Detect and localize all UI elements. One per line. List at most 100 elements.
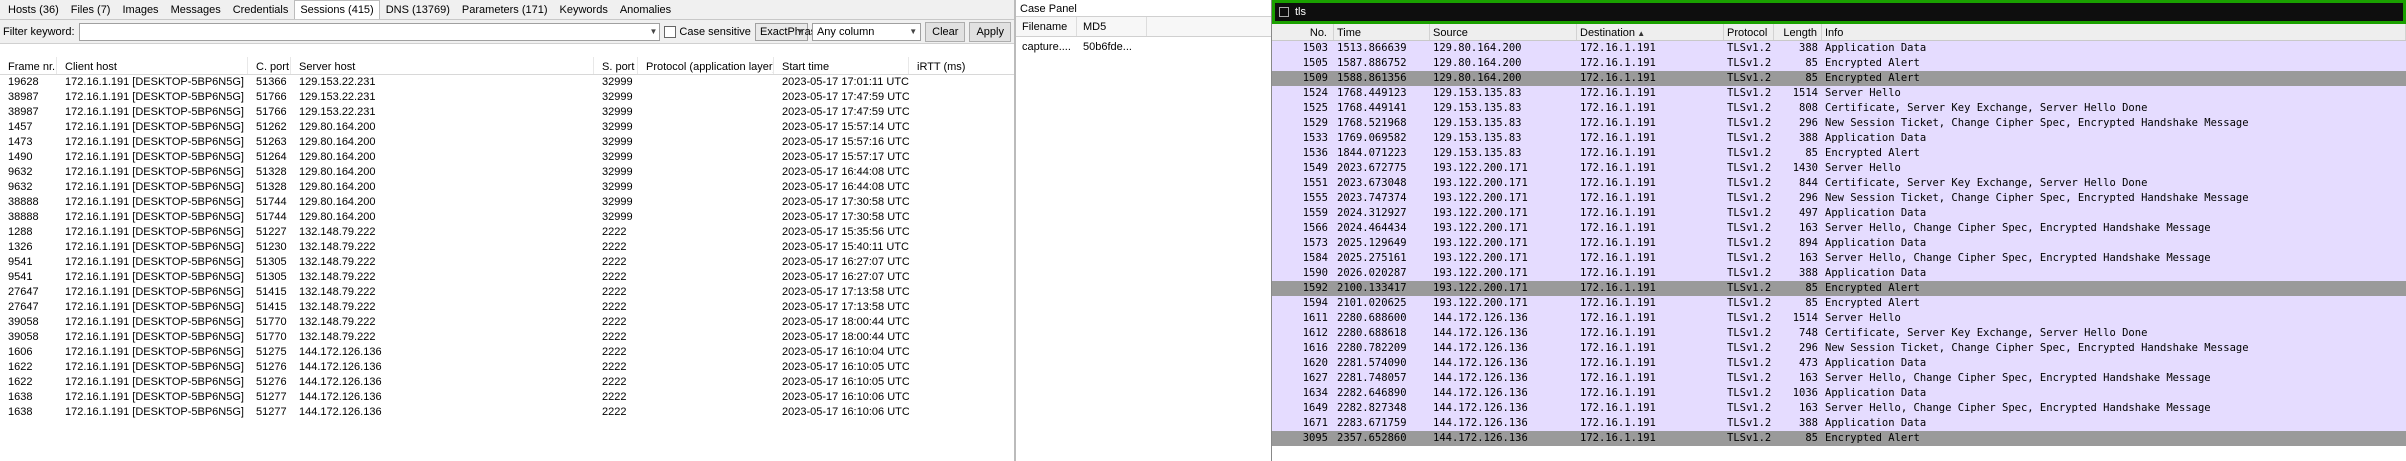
column-header[interactable]: Frame nr.	[0, 57, 57, 74]
tab-files[interactable]: Files (7)	[65, 0, 117, 19]
clear-button[interactable]: Clear	[925, 21, 966, 42]
packet-row[interactable]: 1524 1768.449123 129.153.135.83 172.16.1.19…	[1272, 86, 2406, 101]
packet-row[interactable]: 1649 2282.827348 144.172.126.136 172.16.1.1…	[1272, 401, 2406, 416]
column-header[interactable]: No.	[1272, 24, 1334, 40]
packet-row[interactable]: 1611 2280.688600 144.172.126.136 172.16.1.1…	[1272, 311, 2406, 326]
table-row[interactable]: 39058 172.16.1.191 [DESKTOP-5BP6N5G] 51770…	[0, 315, 1014, 330]
packet-row[interactable]: 1620 2281.574090 144.172.126.136 172.16.1.1…	[1272, 356, 2406, 371]
packet-row[interactable]: 1533 1769.069582 129.153.135.83 172.16.1.19…	[1272, 131, 2406, 146]
packet-row[interactable]: 1536 1844.071223 129.153.135.83 172.16.1.19…	[1272, 146, 2406, 161]
table-row[interactable]: capture.... 50b6fde...	[1016, 37, 1271, 55]
packet-row[interactable]: 1559 2024.312927 193.122.200.171 172.16.1.1…	[1272, 206, 2406, 221]
table-row[interactable]: 1638 172.16.1.191 [DESKTOP-5BP6N5G] 51277 1…	[0, 405, 1014, 420]
chevron-down-icon[interactable]: ▼	[909, 27, 917, 36]
column-header[interactable]: Filename	[1016, 17, 1077, 36]
packet-row[interactable]: 3095 2357.652860 144.172.126.136 172.16.1.1…	[1272, 431, 2406, 446]
tab-keywords[interactable]: Keywords	[554, 0, 614, 19]
column-header[interactable]: Client host	[57, 57, 248, 74]
table-row[interactable]: 19628 172.16.1.191 [DESKTOP-5BP6N5G] 51366…	[0, 75, 1014, 90]
column-header[interactable]: Protocol (application layer)	[638, 57, 774, 74]
tab-credentials[interactable]: Credentials	[227, 0, 295, 19]
column-header[interactable]: MD5	[1077, 17, 1147, 36]
packet-cell: 172.16.1.191	[1580, 207, 1656, 219]
table-row[interactable]: 39058 172.16.1.191 [DESKTOP-5BP6N5G] 51770…	[0, 330, 1014, 345]
column-header[interactable]: Time	[1334, 24, 1430, 40]
chevron-down-icon[interactable]: ▼	[796, 27, 804, 36]
packet-cell: 129.153.135.83	[1433, 132, 1522, 144]
packet-row[interactable]: 1671 2283.671759 144.172.126.136 172.16.1.1…	[1272, 416, 2406, 431]
tab-messages[interactable]: Messages	[165, 0, 227, 19]
filter-keyword-input[interactable]: ▼	[78, 22, 661, 41]
table-row[interactable]: 38987 172.16.1.191 [DESKTOP-5BP6N5G] 51766…	[0, 105, 1014, 120]
tab-sessions[interactable]: Sessions (415)	[294, 0, 380, 19]
column-header[interactable]: Server host	[291, 57, 594, 74]
table-row[interactable]: 1622 172.16.1.191 [DESKTOP-5BP6N5G] 51276 1…	[0, 375, 1014, 390]
packet-row[interactable]: 1551 2023.673048 193.122.200.171 172.16.1.1…	[1272, 176, 2406, 191]
table-row[interactable]: 27647 172.16.1.191 [DESKTOP-5BP6N5G] 51415…	[0, 285, 1014, 300]
table-row[interactable]: 9632 172.16.1.191 [DESKTOP-5BP6N5G] 51328 1…	[0, 180, 1014, 195]
display-filter-input[interactable]: tls	[1275, 3, 2403, 21]
column-header[interactable]: C. port	[248, 57, 291, 74]
column-select[interactable]: Any column ▼	[811, 22, 922, 41]
packet-row[interactable]: 1549 2023.672775 193.122.200.171 172.16.1.1…	[1272, 161, 2406, 176]
packet-row[interactable]: 1529 1768.521968 129.153.135.83 172.16.1.19…	[1272, 116, 2406, 131]
column-header[interactable]: Protocol	[1724, 24, 1774, 40]
phrase-select[interactable]: ExactPhrase ▼	[754, 22, 822, 41]
packet-cell: TLSv1.2	[1727, 42, 1772, 54]
packet-row[interactable]: 1566 2024.464434 193.122.200.171 172.16.1.1…	[1272, 221, 2406, 236]
apply-button[interactable]: Apply	[969, 21, 1011, 42]
packet-row[interactable]: 1590 2026.020287 193.122.200.171 172.16.1.1…	[1272, 266, 2406, 281]
table-row[interactable]: 1473 172.16.1.191 [DESKTOP-5BP6N5G] 51263 1…	[0, 135, 1014, 150]
table-row[interactable]: 38888 172.16.1.191 [DESKTOP-5BP6N5G] 51744…	[0, 210, 1014, 225]
table-row[interactable]: 1622 172.16.1.191 [DESKTOP-5BP6N5G] 51276 1…	[0, 360, 1014, 375]
table-row[interactable]: 9632 172.16.1.191 [DESKTOP-5BP6N5G] 51328 1…	[0, 165, 1014, 180]
chevron-down-icon[interactable]: ▼	[649, 27, 657, 36]
column-header[interactable]: Destination ▲	[1577, 24, 1724, 40]
column-header[interactable]: Length	[1774, 24, 1822, 40]
packet-row[interactable]: 1505 1587.886752 129.80.164.200 172.16.1.19…	[1272, 56, 2406, 71]
table-row[interactable]: 1606 172.16.1.191 [DESKTOP-5BP6N5G] 51275 1…	[0, 345, 1014, 360]
table-row[interactable]: 1490 172.16.1.191 [DESKTOP-5BP6N5G] 51264 1…	[0, 150, 1014, 165]
packet-cell: 172.16.1.191	[1580, 297, 1656, 309]
table-cell: 172.16.1.191 [DESKTOP-5BP6N5G]	[65, 406, 244, 418]
bookmark-icon[interactable]	[1279, 7, 1289, 17]
packet-row[interactable]: 1584 2025.275161 193.122.200.171 172.16.1.1…	[1272, 251, 2406, 266]
packet-cell: 3095	[1302, 432, 1328, 444]
table-row[interactable]: 1457 172.16.1.191 [DESKTOP-5BP6N5G] 51262 1…	[0, 120, 1014, 135]
column-header[interactable]: Start time	[774, 57, 909, 74]
packet-row[interactable]: 1555 2023.747374 193.122.200.171 172.16.1.1…	[1272, 191, 2406, 206]
table-row[interactable]: 1326 172.16.1.191 [DESKTOP-5BP6N5G] 51230 1…	[0, 240, 1014, 255]
packet-cell: 172.16.1.191	[1580, 327, 1656, 339]
packet-row[interactable]: 1503 1513.866639 129.80.164.200 172.16.1.19…	[1272, 41, 2406, 56]
table-row[interactable]: 38987 172.16.1.191 [DESKTOP-5BP6N5G] 51766…	[0, 90, 1014, 105]
packet-row[interactable]: 1573 2025.129649 193.122.200.171 172.16.1.1…	[1272, 236, 2406, 251]
checkbox-box[interactable]	[664, 25, 677, 38]
table-row[interactable]: 1638 172.16.1.191 [DESKTOP-5BP6N5G] 51277 1…	[0, 390, 1014, 405]
column-header[interactable]: iRTT (ms)	[909, 57, 1014, 74]
packet-row[interactable]: 1634 2282.646890 144.172.126.136 172.16.1.1…	[1272, 386, 2406, 401]
table-row[interactable]: 9541 172.16.1.191 [DESKTOP-5BP6N5G] 51305 1…	[0, 255, 1014, 270]
table-cell	[909, 255, 1014, 270]
table-cell: 2023-05-17 16:10:06 UTC	[782, 406, 909, 418]
column-header[interactable]: Source	[1430, 24, 1577, 40]
tab-parameters[interactable]: Parameters (171)	[456, 0, 554, 19]
case-sensitive-checkbox[interactable]: Case sensitive	[664, 25, 751, 38]
tab-images[interactable]: Images	[116, 0, 164, 19]
table-row[interactable]: 27647 172.16.1.191 [DESKTOP-5BP6N5G] 51415…	[0, 300, 1014, 315]
tab-anomalies[interactable]: Anomalies	[614, 0, 677, 19]
case-sensitive-label: Case sensitive	[679, 25, 751, 38]
packet-row[interactable]: 1627 2281.748057 144.172.126.136 172.16.1.1…	[1272, 371, 2406, 386]
packet-row[interactable]: 1616 2280.782209 144.172.126.136 172.16.1.1…	[1272, 341, 2406, 356]
packet-row[interactable]: 1509 1588.861356 129.80.164.200 172.16.1.19…	[1272, 71, 2406, 86]
column-header[interactable]: S. port	[594, 57, 638, 74]
packet-row[interactable]: 1592 2100.133417 193.122.200.171 172.16.1.1…	[1272, 281, 2406, 296]
table-row[interactable]: 1288 172.16.1.191 [DESKTOP-5BP6N5G] 51227 1…	[0, 225, 1014, 240]
packet-row[interactable]: 1612 2280.688618 144.172.126.136 172.16.1.1…	[1272, 326, 2406, 341]
tab-dns[interactable]: DNS (13769)	[380, 0, 456, 19]
table-row[interactable]: 38888 172.16.1.191 [DESKTOP-5BP6N5G] 51744…	[0, 195, 1014, 210]
packet-row[interactable]: 1525 1768.449141 129.153.135.83 172.16.1.19…	[1272, 101, 2406, 116]
tab-hosts[interactable]: Hosts (36)	[2, 0, 65, 19]
table-row[interactable]: 9541 172.16.1.191 [DESKTOP-5BP6N5G] 51305 1…	[0, 270, 1014, 285]
column-header[interactable]: Info	[1822, 24, 2406, 40]
packet-row[interactable]: 1594 2101.020625 193.122.200.171 172.16.1.1…	[1272, 296, 2406, 311]
